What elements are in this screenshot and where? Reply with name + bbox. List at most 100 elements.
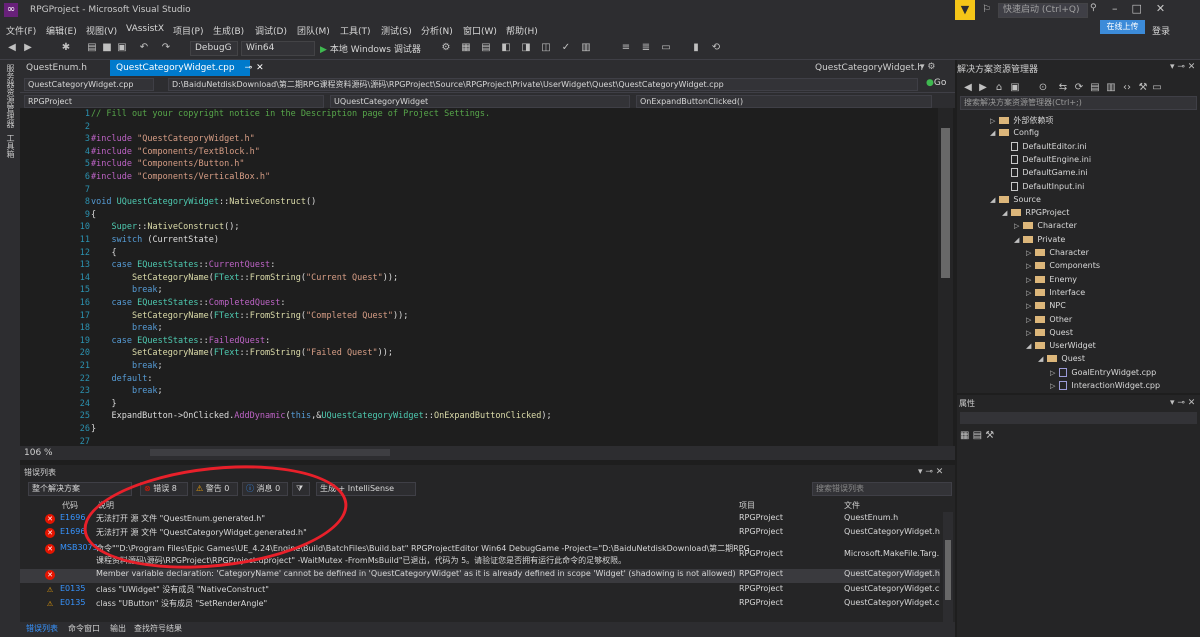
toolbar-tool-icon[interactable]: ▤ <box>480 42 492 54</box>
error-search-input[interactable]: 搜索错误列表 <box>812 482 952 496</box>
code-editor[interactable]: 1// Fill out your copyright notice in th… <box>20 108 955 447</box>
code-line[interactable]: case EQuestStates::FailedQuest: <box>91 336 270 346</box>
toolbar-tool-icon[interactable]: ▭ <box>660 42 672 54</box>
column-project[interactable]: 项目 <box>739 500 755 511</box>
properties-toolbar[interactable]: ▦ ▤ ⚒ <box>960 430 994 441</box>
code-line[interactable]: #include "QuestCategoryWidget.h" <box>91 134 255 144</box>
code-line[interactable]: break; <box>91 323 163 333</box>
tree-node[interactable]: ▷ Other <box>1026 315 1072 324</box>
tree-node[interactable]: ▷ 外部依赖项 <box>990 115 1053 126</box>
menu-build[interactable]: 生成(B) <box>213 24 244 37</box>
expanded-arrow-icon[interactable]: ◢ <box>1026 342 1031 350</box>
collapsed-arrow-icon[interactable]: ▷ <box>1026 289 1031 297</box>
code-line[interactable]: #include "Components/VerticalBox.h" <box>91 172 270 182</box>
preview-icon[interactable]: ▭ <box>1151 82 1163 94</box>
column-file[interactable]: 文件 <box>844 500 860 511</box>
toolbar-tool-icon[interactable]: ≡ <box>620 42 632 54</box>
tree-node[interactable]: ◢ RPGProject <box>1002 208 1069 217</box>
error-code[interactable]: E0135 <box>60 598 85 607</box>
tree-node[interactable]: ◢ Quest <box>1038 354 1085 363</box>
error-row[interactable]: ⚠ E0135 class "UWidget" 没有成员 "NativeConstr… <box>20 584 940 598</box>
notification-flag-icon[interactable]: ▼ <box>955 0 975 20</box>
home-icon[interactable]: ⌂ <box>993 82 1005 94</box>
tree-node[interactable]: ▷ Quest <box>1026 328 1073 337</box>
minimize-icon[interactable]: – <box>1112 2 1132 15</box>
tree-node[interactable]: ▷ Character <box>1014 221 1077 230</box>
expanded-arrow-icon[interactable]: ◢ <box>990 196 995 204</box>
code-line[interactable]: SetCategoryName(FText::FromString("Curre… <box>91 273 398 283</box>
code-line[interactable]: default: <box>91 374 152 384</box>
expanded-arrow-icon[interactable]: ◢ <box>1002 209 1007 217</box>
tab-questcategorywidget-cpp[interactable]: QuestCategoryWidget.cpp ⊸ ✕ <box>110 60 264 76</box>
undo-icon[interactable]: ↶ <box>138 42 150 54</box>
panel-menu-icon[interactable]: ▾ ⊸ ✕ <box>918 467 943 477</box>
expanded-arrow-icon[interactable]: ◢ <box>1038 355 1043 363</box>
bookmark-icon[interactable]: ▮ <box>690 42 702 54</box>
close-icon[interactable]: ✕ <box>1156 2 1179 15</box>
code-line[interactable]: break; <box>91 285 163 295</box>
code-view-icon[interactable]: ‹› <box>1121 82 1133 94</box>
file-path-select[interactable]: D:\BaiduNetdiskDownload\第二期RPG课程资料源码\源码\… <box>168 78 918 91</box>
collapsed-arrow-icon[interactable]: ▷ <box>990 117 995 125</box>
toolbar-tool-icon[interactable]: ⚙ <box>440 42 452 54</box>
window-controls[interactable]: –□✕ <box>1112 2 1179 15</box>
close-icon[interactable]: ✕ <box>256 63 264 73</box>
tree-node[interactable]: ▷ Enemy <box>1026 275 1077 284</box>
code-line[interactable]: break; <box>91 386 163 396</box>
code-line[interactable]: switch (CurrentState) <box>91 235 218 245</box>
tree-node[interactable]: ▷DefaultEngine.ini <box>1002 154 1091 164</box>
feedback-icon[interactable]: ⚐ <box>982 4 991 15</box>
collapsed-arrow-icon[interactable]: ▷ <box>1026 329 1031 337</box>
tree-node[interactable]: ▷ GoalEntryWidget.cpp <box>1050 367 1156 377</box>
back-icon[interactable]: ◀ <box>6 42 18 54</box>
code-line[interactable]: ExpandButton->OnClicked.AddDynamic(this,… <box>91 411 551 421</box>
tree-node[interactable]: ▷ Components <box>1026 261 1100 270</box>
code-line[interactable]: SetCategoryName(FText::FromString("Faile… <box>91 348 393 358</box>
menu-vassistx[interactable]: VAssistX <box>126 24 164 34</box>
member-select[interactable]: OnExpandButtonClicked() <box>636 95 932 108</box>
horizontal-scrollbar-thumb[interactable] <box>150 449 390 456</box>
start-debugging-button[interactable]: ▶ 本地 Windows 调试器 <box>320 42 421 55</box>
toolbar-tool-icon[interactable]: ▦ <box>460 42 472 54</box>
menu-project[interactable]: 项目(P) <box>173 24 203 37</box>
collapsed-arrow-icon[interactable]: ▷ <box>1026 249 1031 257</box>
file-select[interactable]: QuestCategoryWidget.cpp <box>24 78 154 91</box>
save-all-icon[interactable]: ▣ <box>116 42 128 54</box>
error-code[interactable]: E0135 <box>60 584 85 593</box>
tree-node[interactable]: ◢ Config <box>990 128 1039 137</box>
code-line[interactable]: { <box>91 210 96 220</box>
tree-node[interactable]: ▷DefaultEditor.ini <box>1002 141 1087 151</box>
solution-platform-select[interactable]: Win64 <box>241 41 315 56</box>
sync-icon[interactable]: ⇆ <box>1057 82 1069 94</box>
collapsed-arrow-icon[interactable]: ▷ <box>1026 316 1031 324</box>
tab-find-symbol-results[interactable]: 查找符号结果 <box>134 623 182 634</box>
toolbar-tool-icon[interactable]: ◨ <box>520 42 532 54</box>
scrollbar-thumb[interactable] <box>945 540 951 600</box>
switch-views-icon[interactable]: ▣ <box>1009 82 1021 94</box>
tree-node[interactable]: ▷DefaultInput.ini <box>1002 181 1084 191</box>
share-button[interactable]: 在线上传 <box>1100 20 1145 34</box>
tab-output[interactable]: 输出 <box>110 623 126 634</box>
menu-view[interactable]: 视图(V) <box>86 24 117 37</box>
error-row[interactable]: ✕ Member variable declaration: 'CategoryN… <box>20 569 940 583</box>
error-row[interactable]: ⚠ E0135 class "UButton" 没有成员 "SetRenderAng… <box>20 598 940 612</box>
tree-node[interactable]: ▷DefaultGame.ini <box>1002 168 1088 178</box>
expanded-arrow-icon[interactable]: ◢ <box>990 129 995 137</box>
tree-node[interactable]: ▷ NPC <box>1026 301 1066 310</box>
menu-help[interactable]: 帮助(H) <box>506 24 538 37</box>
code-line[interactable]: break; <box>91 361 163 371</box>
code-line[interactable]: case EQuestStates::CurrentQuest: <box>91 260 275 270</box>
categorized-icon[interactable]: ▦ <box>960 430 969 441</box>
panel-menu-icon[interactable]: ▾ ⊸ ✕ <box>1170 62 1195 72</box>
collapsed-arrow-icon[interactable]: ▷ <box>1050 382 1055 390</box>
menu-team[interactable]: 团队(M) <box>297 24 330 37</box>
project-select[interactable]: RPGProject <box>24 95 324 108</box>
toolbar-tool-icon[interactable]: ⟲ <box>710 42 722 54</box>
code-line[interactable]: // Fill out your copyright notice in the… <box>91 109 490 119</box>
properties-object-select[interactable] <box>960 412 1197 424</box>
forward-icon[interactable]: ▶ <box>977 82 989 94</box>
tree-node[interactable]: ▷ Interface <box>1026 288 1085 297</box>
tab-command-window[interactable]: 命令窗口 <box>68 623 100 634</box>
properties-wrench-icon[interactable]: ⚒ <box>1137 82 1149 94</box>
code-line[interactable]: } <box>91 399 116 409</box>
